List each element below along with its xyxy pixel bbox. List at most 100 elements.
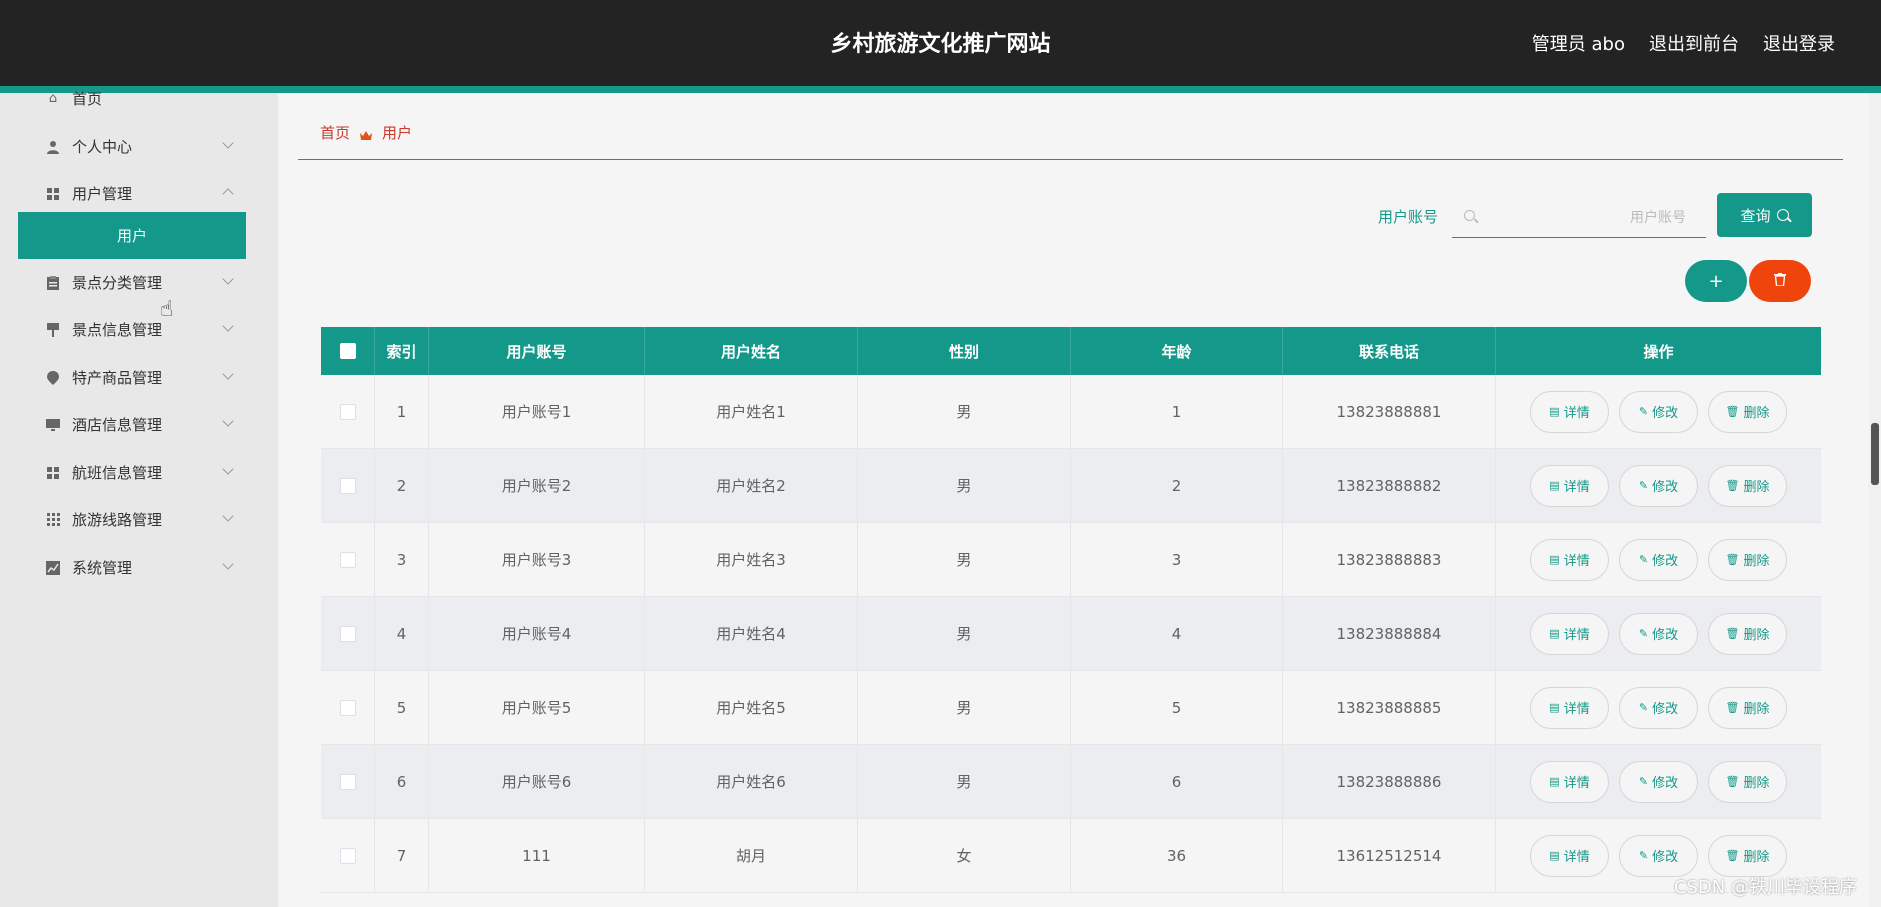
sidebar-item-user-management[interactable]: 用户管理 <box>0 170 278 217</box>
sidebar-item-home[interactable]: ⌂ 首页 <box>0 75 278 122</box>
account-cell: 111 <box>429 819 645 892</box>
search-icon <box>1776 209 1789 221</box>
delete-button[interactable]: 🗑 删除 <box>1708 612 1787 655</box>
sidebar-subitem-user[interactable]: 用户 <box>18 212 246 259</box>
chevron-up-icon <box>222 188 234 200</box>
sidebar-item-personal-center[interactable]: 个人中心 <box>0 123 278 170</box>
delete-button[interactable]: 🗑 删除 <box>1708 538 1787 581</box>
search-input[interactable] <box>1486 204 1686 232</box>
scrollbar-track[interactable] <box>1869 93 1881 907</box>
detail-button[interactable]: ▤ 详情 <box>1530 686 1609 729</box>
account-cell: 用户账号4 <box>429 597 645 670</box>
account-cell: 用户账号6 <box>429 745 645 818</box>
edit-button[interactable]: ✎ 修改 <box>1619 390 1698 433</box>
sidebar-item-hotel-info[interactable]: 酒店信息管理 <box>0 401 278 448</box>
select-all-checkbox[interactable] <box>339 343 356 359</box>
edit-button[interactable]: ✎ 修改 <box>1619 538 1698 581</box>
sidebar-item-label: 旅游线路管理 <box>72 511 163 529</box>
edit-icon: ✎ <box>1638 775 1649 788</box>
sidebar-item-label: 个人中心 <box>72 138 133 156</box>
edit-button[interactable]: ✎ 修改 <box>1619 464 1698 507</box>
add-button[interactable]: + <box>1685 260 1747 302</box>
document-icon: ▤ <box>1549 849 1560 862</box>
edit-button-label: 修改 <box>1652 480 1679 495</box>
phone-cell: 13823888883 <box>1283 523 1496 596</box>
detail-button[interactable]: ▤ 详情 <box>1530 760 1609 803</box>
back-to-frontend-link[interactable]: 退出到前台 <box>1649 30 1739 56</box>
name-cell: 胡月 <box>645 819 858 892</box>
gender-cell: 男 <box>858 523 1071 596</box>
index-cell: 6 <box>375 745 429 818</box>
edit-button[interactable]: ✎ 修改 <box>1619 834 1698 877</box>
sidebar-item-travel-routes[interactable]: 旅游线路管理 <box>0 496 278 543</box>
detail-button[interactable]: ▤ 详情 <box>1530 834 1609 877</box>
sidebar-item-label: 酒店信息管理 <box>72 416 163 434</box>
edit-button[interactable]: ✎ 修改 <box>1619 760 1698 803</box>
table-row: 3 用户账号3 用户姓名3 男 3 13823888883 ▤ 详情 ✎ 修改 🗑 删除 <box>321 523 1821 597</box>
row-select-cell <box>321 671 375 744</box>
age-cell: 6 <box>1071 745 1283 818</box>
trash-icon: 🗑 <box>1725 553 1740 566</box>
row-checkbox[interactable] <box>339 403 356 420</box>
pin-icon <box>46 322 60 337</box>
row-select-cell <box>321 449 375 522</box>
breadcrumb: 首页 用户 <box>320 122 412 143</box>
delete-button-label: 删除 <box>1743 702 1770 717</box>
scrollbar-thumb[interactable] <box>1871 423 1879 485</box>
document-icon: ▤ <box>1549 701 1560 714</box>
home-icon: ⌂ <box>48 91 58 106</box>
delete-button-label: 删除 <box>1743 406 1770 421</box>
detail-button-label: 详情 <box>1563 406 1590 421</box>
edit-button[interactable]: ✎ 修改 <box>1619 686 1698 729</box>
row-checkbox[interactable] <box>339 625 356 642</box>
detail-button[interactable]: ▤ 详情 <box>1530 464 1609 507</box>
query-button[interactable]: 查询 <box>1717 193 1812 237</box>
user-table: 索引 用户账号 用户姓名 性别 年龄 联系电话 操作 1 用户账号1 用户姓名1 男 1… <box>321 327 1821 893</box>
detail-button[interactable]: ▤ 详情 <box>1530 390 1609 433</box>
admin-user-link[interactable]: 管理员 abo <box>1532 30 1625 56</box>
column-header: 用户姓名 <box>645 327 858 375</box>
column-header: 索引 <box>375 327 429 375</box>
age-cell: 1 <box>1071 375 1283 448</box>
row-checkbox[interactable] <box>339 699 356 716</box>
phone-cell: 13612512514 <box>1283 819 1496 892</box>
location-icon <box>46 370 60 385</box>
name-cell: 用户姓名5 <box>645 671 858 744</box>
row-checkbox[interactable] <box>339 551 356 568</box>
sidebar-item-flight-info[interactable]: 航班信息管理 <box>0 449 278 496</box>
gender-cell: 男 <box>858 671 1071 744</box>
delete-button[interactable]: 🗑 删除 <box>1708 834 1787 877</box>
row-select-cell <box>321 523 375 596</box>
breadcrumb-home[interactable]: 首页 <box>320 122 350 143</box>
detail-button-label: 详情 <box>1563 554 1590 569</box>
delete-button-label: 删除 <box>1743 554 1770 569</box>
detail-button[interactable]: ▤ 详情 <box>1530 538 1609 581</box>
delete-button[interactable]: 🗑 删除 <box>1708 390 1787 433</box>
delete-button[interactable]: 🗑 删除 <box>1708 464 1787 507</box>
row-checkbox[interactable] <box>339 773 356 790</box>
sidebar-item-scenic-info[interactable]: 景点信息管理 <box>0 306 278 353</box>
detail-button[interactable]: ▤ 详情 <box>1530 612 1609 655</box>
operations-cell: ▤ 详情 ✎ 修改 🗑 删除 <box>1496 597 1821 670</box>
edit-button[interactable]: ✎ 修改 <box>1619 612 1698 655</box>
sidebar-item-system-management[interactable]: 系统管理 <box>0 544 278 591</box>
column-header: 年龄 <box>1071 327 1283 375</box>
sidebar-item-label: 航班信息管理 <box>72 464 163 482</box>
batch-delete-button[interactable] <box>1749 260 1811 302</box>
trash-icon: 🗑 <box>1725 701 1740 714</box>
sidebar-item-scenic-category[interactable]: 景点分类管理 <box>0 259 278 306</box>
edit-icon: ✎ <box>1638 701 1649 714</box>
column-header: 操作 <box>1643 342 1674 361</box>
document-icon: ▤ <box>1549 405 1560 418</box>
edit-button-label: 修改 <box>1652 554 1679 569</box>
sidebar-item-specialty-goods[interactable]: 特产商品管理 <box>0 354 278 401</box>
delete-button[interactable]: 🗑 删除 <box>1708 760 1787 803</box>
row-checkbox[interactable] <box>339 847 356 864</box>
edit-icon: ✎ <box>1638 627 1649 640</box>
row-checkbox[interactable] <box>339 477 356 494</box>
logout-link[interactable]: 退出登录 <box>1763 30 1835 56</box>
account-cell: 用户账号5 <box>429 671 645 744</box>
delete-button[interactable]: 🗑 删除 <box>1708 686 1787 729</box>
edit-icon: ✎ <box>1638 479 1649 492</box>
crown-icon <box>360 127 373 140</box>
